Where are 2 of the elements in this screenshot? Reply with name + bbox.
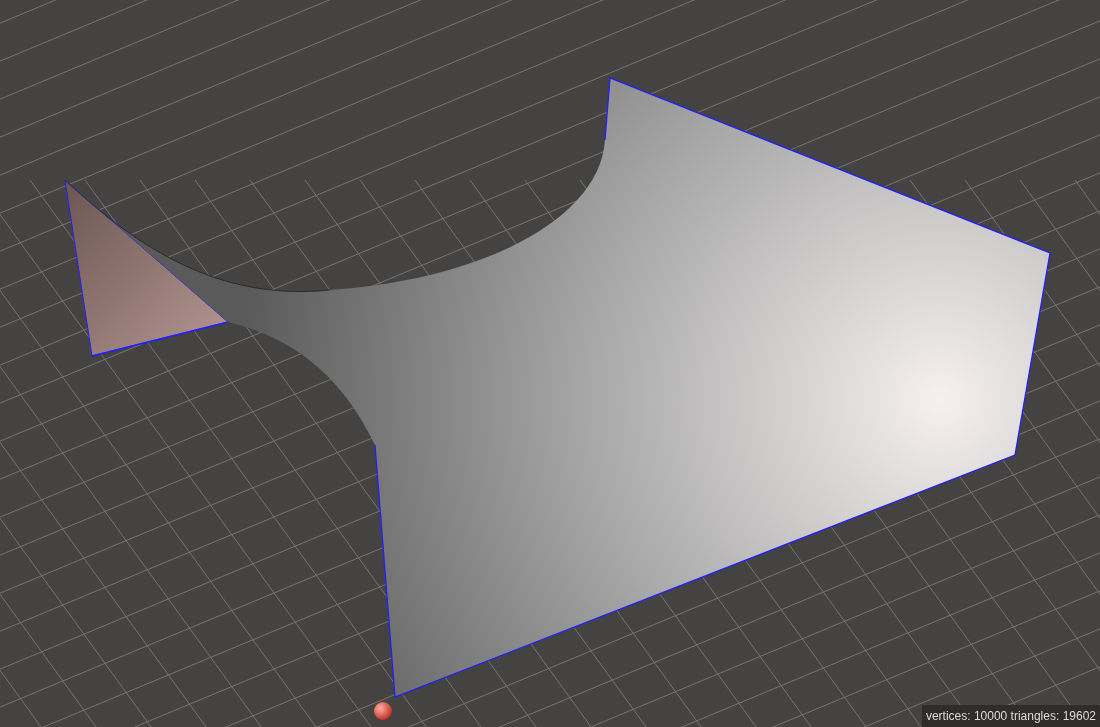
status-text: vertices: 10000 triangles: 19602: [921, 705, 1100, 727]
sphere-marker: [374, 702, 392, 720]
